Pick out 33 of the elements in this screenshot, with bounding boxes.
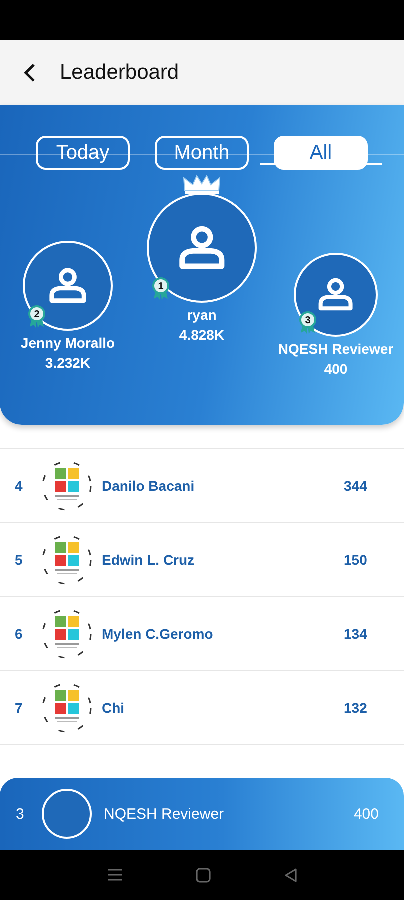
player-name: Jenny Morallo bbox=[20, 335, 116, 351]
player-name: Mylen C.Geromo bbox=[102, 626, 214, 642]
tab[interactable]: Month bbox=[155, 136, 249, 170]
player-score: 4.828K bbox=[179, 327, 225, 343]
player-name: NQESH Reviewer bbox=[104, 806, 226, 822]
logo-icon bbox=[42, 608, 92, 660]
player-score: 400 bbox=[354, 806, 379, 822]
menu-icon[interactable] bbox=[106, 868, 122, 882]
player-name: Danilo Bacani bbox=[102, 478, 196, 494]
home-icon[interactable] bbox=[196, 868, 210, 882]
rank-number: 6 bbox=[15, 626, 24, 642]
logo-icon bbox=[42, 682, 92, 734]
rank-number: 4 bbox=[15, 478, 24, 494]
player-score: 344 bbox=[344, 478, 368, 494]
player-name: NQESH Reviewer bbox=[278, 341, 394, 357]
tab[interactable]: Today bbox=[36, 136, 130, 170]
rank-number: 7 bbox=[15, 700, 24, 716]
tab[interactable]: All bbox=[274, 136, 368, 170]
screen-title: Leaderboard bbox=[60, 60, 180, 84]
back-icon[interactable] bbox=[22, 62, 38, 82]
avatar bbox=[42, 789, 92, 839]
player-score: 3.232K bbox=[45, 355, 91, 371]
player-name: ryan bbox=[187, 307, 217, 323]
logo-icon bbox=[42, 460, 92, 512]
player-score: 400 bbox=[324, 361, 348, 377]
player-name: Chi bbox=[102, 700, 126, 716]
logo-icon bbox=[42, 534, 92, 586]
player-score: 150 bbox=[344, 552, 368, 568]
rank-number: 3 bbox=[16, 806, 26, 822]
player-score: 132 bbox=[344, 700, 368, 716]
rank-number: 5 bbox=[15, 552, 24, 568]
player-score: 134 bbox=[344, 626, 368, 642]
player-name: Edwin L. Cruz bbox=[102, 552, 196, 568]
